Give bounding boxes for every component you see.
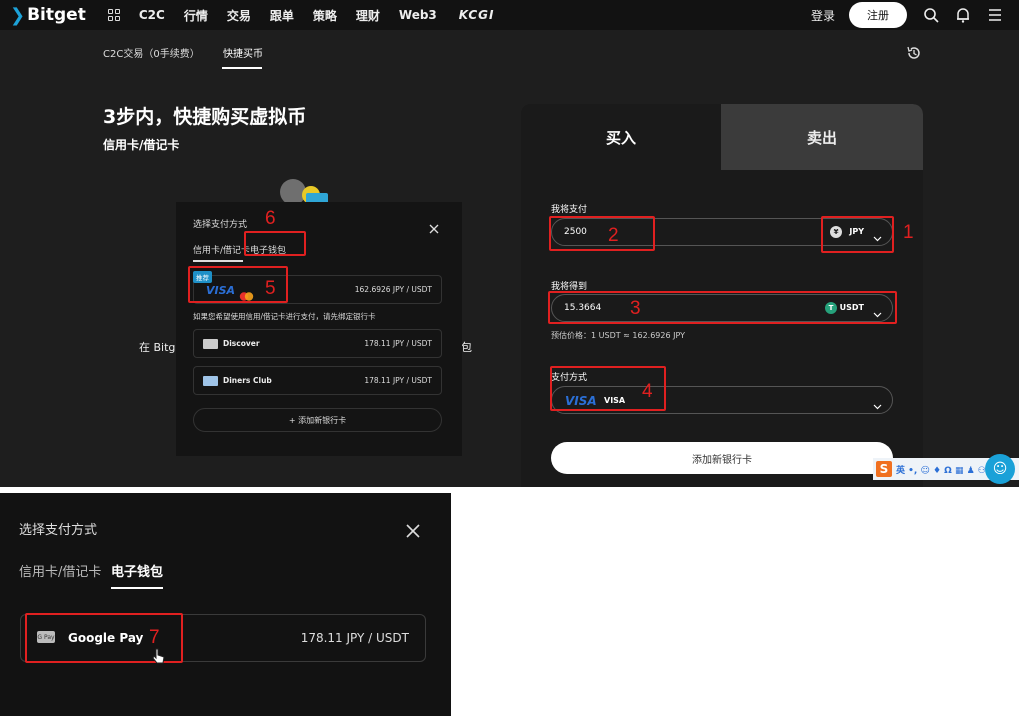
card-name: Diners Club bbox=[223, 376, 272, 385]
card-rate: 178.11 JPY / USDT bbox=[364, 339, 432, 348]
active-tab-underline bbox=[222, 67, 262, 69]
page: ❯ Bitget C2C 行情 交易 跟单 策略 理财 Web3 KCGI 登录… bbox=[0, 0, 1019, 716]
card-rate: 178.11 JPY / USDT bbox=[364, 376, 432, 385]
tab-c2c-trade[interactable]: C2C交易（0手续费） bbox=[103, 45, 200, 60]
support-fab-icon[interactable]: ☺ bbox=[985, 454, 1015, 484]
annotation-box-1 bbox=[821, 216, 894, 253]
close-icon[interactable] bbox=[406, 523, 420, 538]
apps-grid-icon[interactable] bbox=[107, 9, 120, 21]
annotation-box-2 bbox=[549, 216, 655, 251]
bitget-logo-icon: ❯ bbox=[10, 4, 26, 26]
wallet-rate: 178.11 JPY / USDT bbox=[300, 631, 409, 645]
popup-title: 选择支付方式 bbox=[193, 220, 248, 230]
payment-method-popup: 选择支付方式 信用卡/借记卡 电子钱包 VISA 162.6926 JPY / … bbox=[176, 202, 462, 456]
ime-mode-icons[interactable]: 英 •, ☺ ♦ Ω ▦ ♟ ⚇ ⊞ bbox=[896, 463, 997, 476]
sub-navigation: C2C交易（0手续费） 快捷买币 bbox=[0, 34, 1019, 72]
active-tab-underline bbox=[111, 587, 163, 589]
history-icon[interactable] bbox=[906, 45, 922, 61]
annotation-number-1: 1 bbox=[903, 222, 914, 243]
nav-copy-trading[interactable]: 跟单 bbox=[270, 7, 294, 24]
nav-web3[interactable]: Web3 bbox=[399, 8, 437, 22]
annotation-box-3 bbox=[548, 291, 897, 324]
hidden-text-right: 包 bbox=[461, 341, 472, 354]
hero-subtitle: 信用卡/借记卡 bbox=[103, 138, 180, 152]
navbar: ❯ Bitget C2C 行情 交易 跟单 策略 理财 Web3 KCGI 登录… bbox=[0, 0, 1019, 30]
annotation-number-6: 6 bbox=[265, 208, 276, 229]
nav-c2c[interactable]: C2C bbox=[139, 8, 165, 22]
search-icon[interactable] bbox=[923, 7, 939, 23]
mouse-cursor-icon bbox=[152, 648, 166, 664]
bind-card-hint: 如果您希望使用信用/借记卡进行支付，请先绑定银行卡 bbox=[193, 312, 376, 321]
menu-icon[interactable] bbox=[987, 7, 1003, 23]
sogou-ime-icon[interactable]: S bbox=[876, 461, 892, 477]
diners-club-option[interactable]: Diners Club 178.11 JPY / USDT bbox=[193, 366, 442, 395]
add-bank-card-button[interactable]: 添加新银行卡 bbox=[551, 442, 893, 474]
tab-credit-card[interactable]: 信用卡/借记卡 bbox=[19, 561, 101, 580]
annotation-number-5: 5 bbox=[265, 278, 276, 299]
bell-icon[interactable] bbox=[955, 7, 971, 23]
register-button[interactable]: 注册 bbox=[849, 2, 907, 28]
close-icon[interactable] bbox=[429, 219, 439, 234]
hero-title: 3步内，快捷购买虚拟币 bbox=[103, 106, 307, 128]
diners-card-icon bbox=[203, 376, 218, 386]
discover-card-icon bbox=[203, 339, 218, 349]
estimated-price: 预估价格：1 USDT ≈ 162.6926 JPY bbox=[551, 331, 686, 340]
tab-e-wallet[interactable]: 电子钱包 bbox=[111, 561, 163, 580]
annotation-number-3: 3 bbox=[630, 298, 641, 319]
popup-title: 选择支付方式 bbox=[19, 523, 98, 538]
annotation-number-4: 4 bbox=[642, 381, 653, 402]
pay-label: 我将支付 bbox=[551, 205, 588, 215]
popup-tab-underline bbox=[193, 260, 243, 262]
discover-option[interactable]: Discover 178.11 JPY / USDT bbox=[193, 329, 442, 358]
nav-earn[interactable]: 理财 bbox=[356, 7, 380, 24]
annotation-number-2: 2 bbox=[608, 225, 619, 246]
tab-credit-card[interactable]: 信用卡/借记卡 bbox=[193, 243, 250, 256]
top-screenshot: ❯ Bitget C2C 行情 交易 跟单 策略 理财 Web3 KCGI 登录… bbox=[0, 0, 1019, 487]
add-card-button[interactable]: + 添加新银行卡 bbox=[193, 408, 442, 432]
annotation-box-6 bbox=[244, 231, 306, 256]
visa-rate: 162.6926 JPY / USDT bbox=[354, 285, 432, 294]
login-link[interactable]: 登录 bbox=[811, 7, 835, 24]
tab-quick-buy[interactable]: 快捷买币 bbox=[223, 45, 263, 60]
logo-text: Bitget bbox=[27, 5, 86, 25]
nav-markets[interactable]: 行情 bbox=[184, 7, 208, 24]
tab-buy[interactable]: 买入 bbox=[521, 104, 721, 170]
tab-sell[interactable]: 卖出 bbox=[721, 104, 923, 170]
chevron-down-icon[interactable] bbox=[873, 396, 882, 410]
bottom-screenshot: 选择支付方式 信用卡/借记卡 电子钱包 G Pay Google Pay 178… bbox=[0, 493, 451, 716]
bitget-logo[interactable]: ❯ Bitget bbox=[10, 5, 86, 26]
nav-strategy[interactable]: 策略 bbox=[313, 7, 337, 24]
nav-trade[interactable]: 交易 bbox=[227, 7, 251, 24]
navbar-right: 登录 注册 bbox=[811, 0, 1019, 30]
nav-kcgi[interactable]: KCGI bbox=[459, 8, 495, 22]
annotation-number-7: 7 bbox=[149, 627, 160, 648]
card-name: Discover bbox=[223, 339, 260, 348]
